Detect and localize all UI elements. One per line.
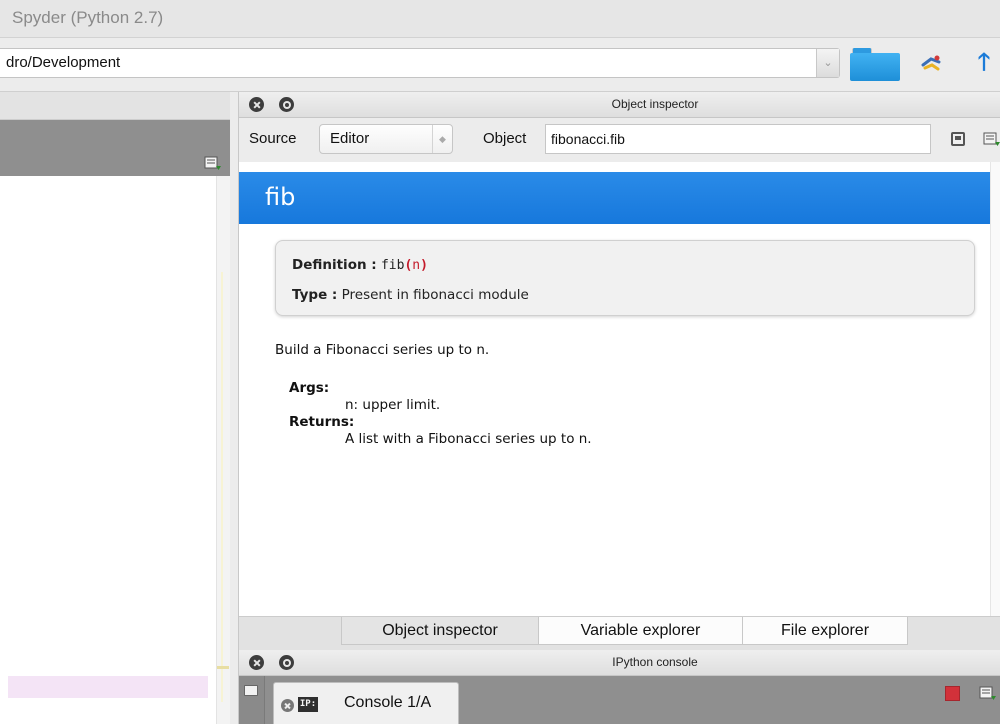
- folder-icon[interactable]: [850, 46, 900, 82]
- definition-arg: n: [412, 258, 421, 273]
- browse-tabs-button[interactable]: [239, 676, 265, 724]
- type-value: Present in fibonacci module: [341, 287, 529, 303]
- object-inspector-pane: Object inspector Source Editor ◆ Object …: [238, 92, 1000, 650]
- stop-icon[interactable]: [945, 686, 960, 701]
- arrow-up-icon[interactable]: 🡑: [972, 48, 996, 78]
- definition-row: Definition : fib(n): [292, 257, 428, 273]
- document-icon: [244, 685, 258, 696]
- editor-pane: [0, 92, 230, 724]
- pane-title: IPython console: [612, 655, 698, 669]
- code-editor[interactable]: [0, 176, 216, 724]
- pane-title: Object inspector: [611, 97, 699, 111]
- options-icon[interactable]: [979, 686, 997, 702]
- options-icon[interactable]: [204, 156, 222, 172]
- object-inspector-titlebar: Object inspector: [239, 92, 1000, 118]
- returns-text: A list with a Fibonacci series up to n.: [345, 431, 592, 447]
- source-label: Source: [249, 130, 297, 147]
- definition-close-paren: ): [420, 258, 428, 273]
- editor-tabbar: [0, 120, 230, 176]
- working-directory-input[interactable]: dro/Development: [0, 48, 840, 78]
- dock-tabbar: Object inspector Variable explorer File …: [239, 616, 1000, 650]
- source-object-row: Source Editor ◆ Object fibonacci.fib: [239, 118, 1000, 162]
- ipython-console-pane: IPython console IP: Console 1/A: [238, 650, 1000, 724]
- window-title: Spyder (Python 2.7): [12, 8, 164, 27]
- console-tabbar: IP: Console 1/A: [239, 676, 1000, 724]
- tab-file-explorer[interactable]: File explorer: [742, 617, 908, 645]
- args-text: n: upper limit.: [345, 397, 441, 413]
- object-name-banner: fib: [239, 172, 1000, 224]
- console-tab-label: Console 1/A: [344, 694, 432, 711]
- lock-icon[interactable]: [951, 132, 965, 146]
- chevron-updown-icon: ◆: [432, 125, 452, 153]
- type-label: Type :: [292, 287, 338, 303]
- type-row: Type : Present in fibonacci module: [292, 287, 529, 303]
- docstring-summary: Build a Fibonacci series up to n.: [275, 342, 490, 358]
- object-name: fib: [265, 183, 296, 211]
- source-select[interactable]: Editor ◆: [319, 124, 453, 154]
- returns-heading: Returns:: [289, 414, 355, 430]
- ipython-icon: IP:: [298, 697, 318, 712]
- tab-variable-explorer[interactable]: Variable explorer: [538, 617, 743, 645]
- rich-text-docview[interactable]: fib Definition : fib(n) Type : Present i…: [239, 162, 1000, 616]
- working-directory-dropdown[interactable]: ⌄: [816, 49, 839, 77]
- working-directory-toolbar: dro/Development ⌄ 🡑: [0, 38, 1000, 92]
- current-line-highlight: [8, 676, 208, 698]
- object-label: Object: [483, 130, 527, 147]
- definition-box: Definition : fib(n) Type : Present in fi…: [275, 240, 975, 316]
- object-input[interactable]: fibonacci.fib: [545, 124, 931, 154]
- ipython-console-titlebar: IPython console: [239, 650, 1000, 676]
- options-icon[interactable]: [983, 132, 1000, 148]
- editor-pane-header: [0, 92, 230, 120]
- docview-scrollbar[interactable]: [990, 162, 1000, 616]
- args-heading: Args:: [289, 380, 330, 396]
- window-titlebar: Spyder (Python 2.7): [0, 0, 1000, 38]
- scroll-marker: [217, 666, 229, 669]
- tab-object-inspector[interactable]: Object inspector: [341, 617, 539, 645]
- editor-scrollbar[interactable]: [216, 176, 230, 724]
- close-tab-icon[interactable]: [281, 699, 294, 712]
- source-select-value: Editor: [330, 130, 370, 147]
- definition-func: fib: [380, 258, 405, 273]
- docstring-sections: Args: n: upper limit. Returns: A list wi…: [289, 380, 592, 448]
- python-path-icon[interactable]: [920, 53, 942, 75]
- definition-label: Definition :: [292, 257, 377, 273]
- console-tab[interactable]: IP: Console 1/A: [273, 682, 459, 724]
- spyder-window: Spyder (Python 2.7) dro/Development ⌄ 🡑: [0, 0, 1000, 724]
